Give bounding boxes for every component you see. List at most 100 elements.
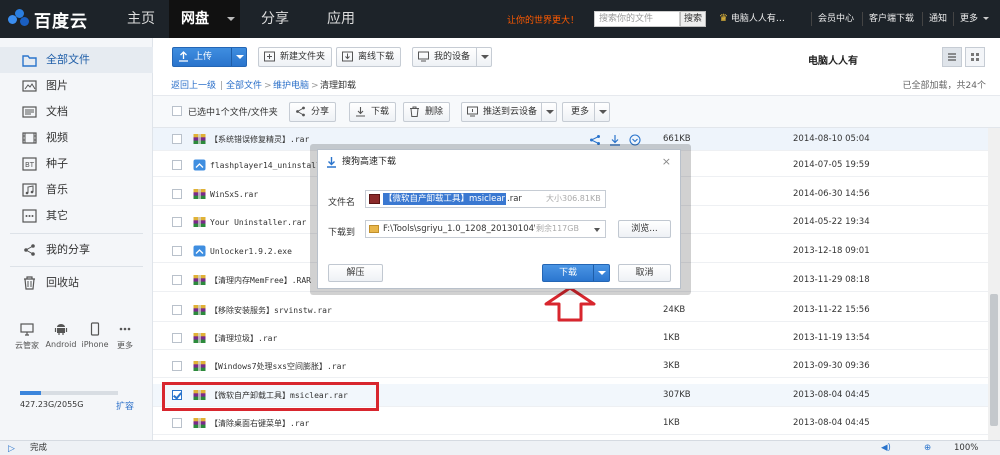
- share-button[interactable]: 分享: [289, 102, 337, 122]
- file-name[interactable]: 【清理垃圾】.rar: [210, 327, 410, 350]
- chevron-down-icon[interactable]: [231, 48, 246, 66]
- sidebar-item-videos[interactable]: 视频: [0, 125, 153, 151]
- file-name[interactable]: 【移除安装服务】srvinstw.rar: [210, 299, 410, 322]
- download-button[interactable]: 下载: [349, 102, 397, 122]
- upload-button[interactable]: 上传: [172, 47, 247, 67]
- nav-tab-netdisk-label: 网盘: [181, 11, 209, 27]
- sidebar-item-label: 视频: [46, 131, 68, 144]
- row-checkbox[interactable]: [172, 305, 182, 315]
- table-row[interactable]: 【清除桌面右键菜单】.rar 1KB 2013-08-04 04:45: [153, 412, 1000, 435]
- zoom-icon[interactable]: ⊕: [924, 441, 931, 455]
- nav-tab-home[interactable]: 主页: [113, 0, 169, 38]
- sidebar-item-other[interactable]: 其它: [0, 203, 153, 229]
- new-folder-button[interactable]: 新建文件夹: [258, 47, 333, 67]
- promo-link[interactable]: 让你的世界更大！: [507, 13, 579, 26]
- select-all-checkbox[interactable]: [172, 106, 182, 116]
- unzip-button[interactable]: 解压: [328, 264, 383, 282]
- table-row[interactable]: 【清理垃圾】.rar 1KB 2013-11-19 13:54: [153, 327, 1000, 350]
- row-checkbox[interactable]: [172, 189, 182, 199]
- row-checkbox[interactable]: [172, 160, 182, 170]
- chevron-down-icon[interactable]: [593, 265, 609, 281]
- sidebar-item-all-files[interactable]: 全部文件: [0, 47, 153, 73]
- chevron-down-icon[interactable]: [594, 228, 600, 232]
- file-name[interactable]: 【清除桌面右键菜单】.rar: [210, 412, 410, 435]
- row-checkbox[interactable]: [172, 246, 182, 256]
- zoom-level[interactable]: 100%: [954, 441, 978, 455]
- breadcrumb: 返回上一级 | 全部文件 > 维护电脑 > 清理卸载 已全部加载，共24个: [153, 76, 1000, 96]
- sidebar-item-torrents[interactable]: BT 种子: [0, 151, 153, 177]
- dialog-title-bar[interactable]: 搜狗高速下载 ×: [318, 150, 680, 174]
- breadcrumb-back[interactable]: 返回上一级: [171, 76, 216, 96]
- chevron-down-icon[interactable]: [476, 48, 491, 66]
- grid-view-toggle[interactable]: [965, 47, 985, 67]
- sidebar-item-images[interactable]: 图片: [0, 73, 153, 99]
- breadcrumb-all-files[interactable]: 全部文件: [226, 76, 262, 96]
- music-icon: [22, 183, 37, 197]
- browse-button[interactable]: 浏览...: [618, 220, 671, 238]
- filename-field[interactable]: 【微软自产卸载工具】msiclear .rar 大小306.81KB: [365, 190, 606, 208]
- row-checkbox[interactable]: [172, 217, 182, 227]
- trash-icon: [410, 106, 419, 117]
- device-more[interactable]: 更多: [112, 321, 138, 351]
- volume-icon[interactable]: ◀): [881, 441, 891, 455]
- download-icon: [327, 157, 336, 168]
- close-icon[interactable]: ×: [662, 150, 671, 174]
- nav-tab-share[interactable]: 分享: [252, 0, 298, 38]
- sidebar-item-documents[interactable]: 文档: [0, 99, 153, 125]
- push-to-device-button[interactable]: 推送到云设备: [461, 102, 557, 122]
- download-dialog: 搜狗高速下载 × 文件名 【微软自产卸载工具】msiclear .rar 大小3…: [317, 149, 681, 289]
- notifications-link[interactable]: 通知: [929, 12, 947, 26]
- chevron-down-icon[interactable]: [594, 103, 609, 121]
- phone-icon: [90, 322, 100, 336]
- upload-label: 上传: [194, 52, 213, 62]
- download-label: 下载: [371, 107, 390, 117]
- sidebar-item-recycle-bin[interactable]: 回收站: [0, 270, 153, 296]
- more-actions-button[interactable]: 更多: [562, 102, 610, 122]
- baidu-cloud-logo[interactable]: 百度云: [8, 8, 88, 32]
- panel-toggle-icon[interactable]: ▷: [8, 442, 15, 455]
- status-bar: ▷ 完成 ◀) ⊕ 100%: [0, 440, 1000, 455]
- dialog-title: 搜狗高速下载: [342, 157, 397, 167]
- exe-icon: [193, 245, 206, 257]
- upload-icon: [179, 51, 188, 62]
- file-name[interactable]: 【Windows7处理sxs空间膨胀】.rar: [210, 355, 410, 378]
- dialog-download-button[interactable]: 下载: [542, 264, 610, 282]
- row-checkbox[interactable]: [172, 333, 182, 343]
- row-checkbox[interactable]: [172, 275, 182, 285]
- more-link[interactable]: 更多: [960, 12, 989, 26]
- search-button[interactable]: 搜索: [680, 11, 706, 27]
- file-size: 1KB: [663, 333, 680, 343]
- user-menu[interactable]: ♛ 电脑人人有…: [719, 12, 785, 26]
- breadcrumb-parent[interactable]: 维护电脑: [273, 76, 309, 96]
- device-android[interactable]: Android: [45, 321, 77, 349]
- delete-button[interactable]: 删除: [403, 102, 451, 122]
- sidebar-item-music[interactable]: 音乐: [0, 177, 153, 203]
- sidebar: 全部文件 图片 文档 视频 BT 种子 音乐 其它 我的分享 回收站 云管家 A…: [0, 38, 153, 440]
- image-icon: [22, 80, 37, 92]
- member-center-link[interactable]: 会员中心: [818, 12, 854, 26]
- cancel-button[interactable]: 取消: [618, 264, 671, 282]
- device-iphone[interactable]: iPhone: [80, 321, 110, 349]
- table-row[interactable]: 【Windows7处理sxs空间膨胀】.rar 3KB 2013-09-30 09:…: [153, 355, 1000, 378]
- client-download-link[interactable]: 客户端下载: [869, 12, 914, 26]
- file-list-scrollbar[interactable]: [988, 128, 1000, 440]
- sidebar-item-my-share[interactable]: 我的分享: [0, 237, 153, 263]
- expand-storage-link[interactable]: 扩容: [116, 399, 134, 412]
- search-input[interactable]: 搜索你的文件: [594, 11, 680, 27]
- nav-tab-apps[interactable]: 应用: [318, 0, 364, 38]
- file-date: 2013-11-29 08:18: [793, 275, 870, 285]
- offline-download-button[interactable]: 离线下载: [336, 47, 402, 67]
- my-devices-button[interactable]: 我的设备: [412, 47, 492, 67]
- list-view-toggle[interactable]: [942, 47, 962, 67]
- selection-count: 已选中1个文件/文件夹: [188, 108, 278, 118]
- row-checkbox[interactable]: [172, 134, 182, 144]
- file-date: 2013-09-30 09:36: [793, 361, 870, 371]
- row-checkbox[interactable]: [172, 418, 182, 428]
- save-path-select[interactable]: F:\Tools\sgriyu_1.0_1208_20130104\日剩 剩余1…: [365, 220, 606, 238]
- device-cloud-manager[interactable]: 云管家: [12, 321, 42, 351]
- nav-tab-netdisk[interactable]: 网盘: [169, 0, 240, 38]
- chevron-down-icon[interactable]: [541, 103, 556, 121]
- row-checkbox[interactable]: [172, 361, 182, 371]
- download-icon: [356, 107, 365, 117]
- scrollbar-thumb[interactable]: [990, 294, 998, 426]
